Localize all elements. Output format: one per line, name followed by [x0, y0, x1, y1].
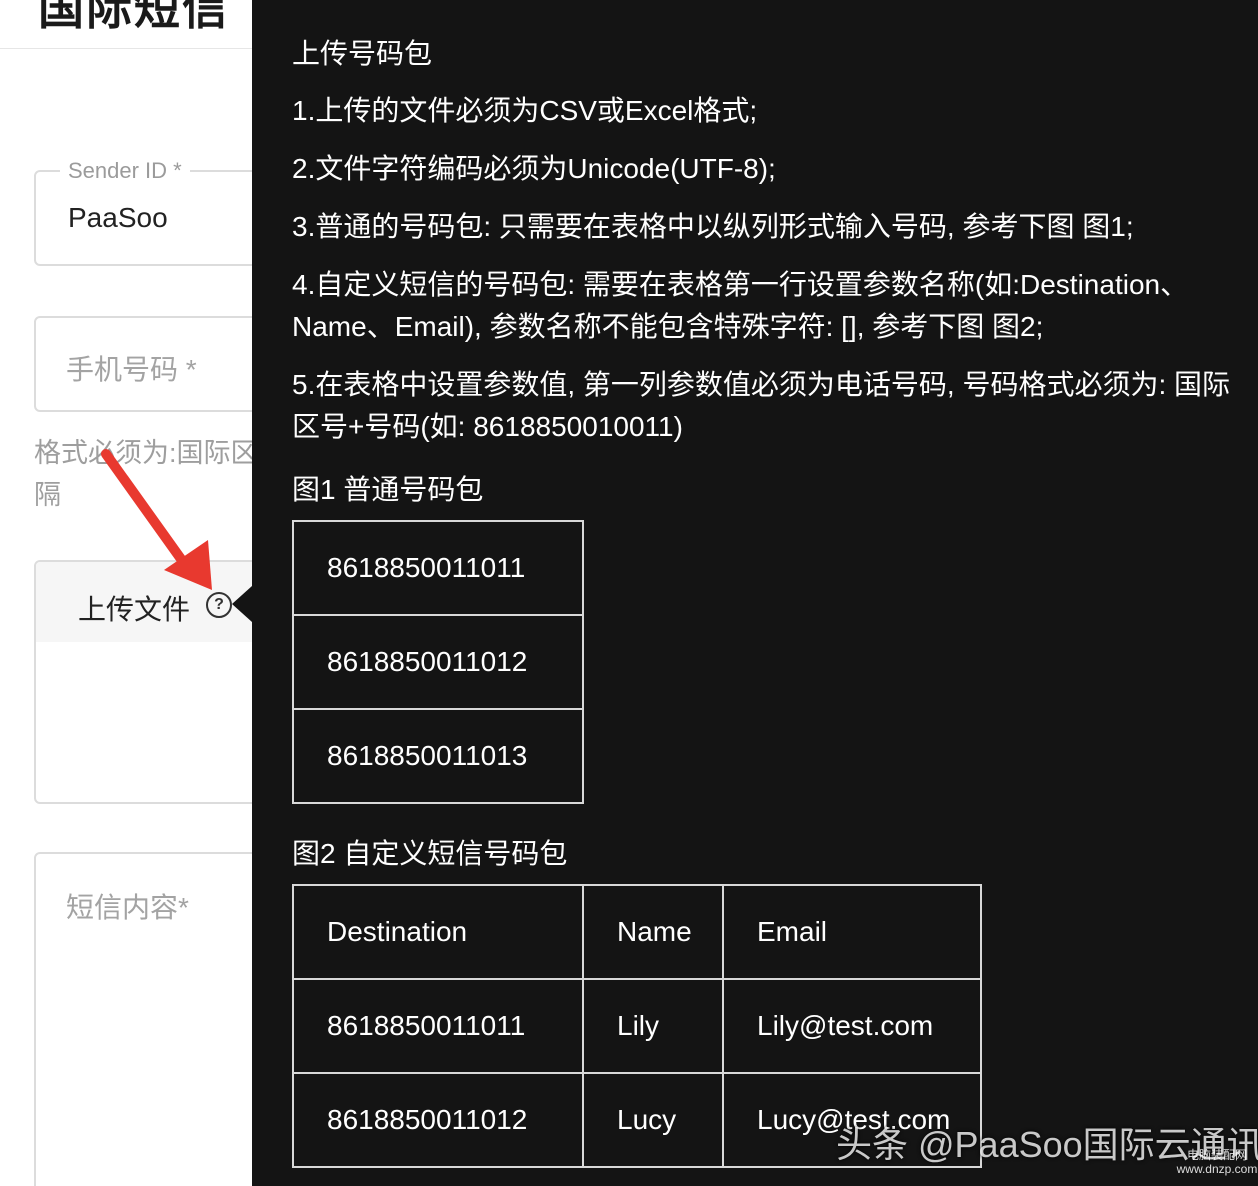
table-cell: 8618850011013 [292, 708, 584, 804]
table-header-cell: Destination [292, 884, 584, 980]
table-header-cell: Email [722, 884, 982, 980]
upload-file-header: 上传文件 ? [36, 562, 252, 642]
table-row: 8618850011013 [292, 708, 584, 804]
table-cell: 8618850011012 [292, 614, 584, 710]
sender-id-label: Sender ID * [60, 158, 190, 184]
tooltip-caret [232, 586, 252, 622]
rule-item: 3.普通的号码包: 只需要在表格中以纵列形式输入号码, 参考下图 图1; [292, 211, 1134, 242]
table-cell: Lily [582, 978, 724, 1074]
phone-format-hint-line1: 格式必须为:国际区 [34, 438, 252, 468]
table-row: 8618850011011 Lily Lily@test.com [292, 978, 982, 1074]
table-cell: 8618850011011 [292, 520, 584, 616]
figure2-caption: 图2 自定义短信号码包 [292, 838, 568, 869]
table-row: 8618850011012 [292, 614, 584, 710]
sms-content-placeholder: 短信内容* [66, 892, 189, 923]
table-cell: Lily@test.com [722, 978, 982, 1074]
divider [0, 48, 252, 49]
form-area: 国际短信 Sender ID * PaaSoo 手机号码 * 格式必须为:国际区… [0, 0, 252, 1186]
table-cell: 8618850011011 [292, 978, 584, 1074]
table-header-row: Destination Name Email [292, 884, 982, 980]
sender-id-field[interactable]: Sender ID * PaaSoo [34, 158, 252, 266]
page-heading: 国际短信 [38, 0, 230, 34]
sender-id-value: PaaSoo [68, 202, 168, 233]
site-watermark: 电脑装配网 www.dnzp.com [1176, 1148, 1258, 1176]
rule-item: 2.文件字符编码必须为Unicode(UTF-8); [292, 153, 776, 184]
table-header-cell: Name [582, 884, 724, 980]
tooltip-title: 上传号码包 [292, 38, 433, 69]
phone-number-placeholder: 手机号码 * [66, 354, 197, 385]
phone-number-field[interactable]: 手机号码 * [34, 316, 252, 412]
phone-format-hint-line2: 隔 [34, 480, 61, 510]
rule-item: 5.在表格中设置参数值, 第一列参数值必须为电话号码, 号码格式必须为: 国际区… [292, 369, 1231, 442]
upload-help-tooltip: 上传号码包 1.上传的文件必须为CSV或Excel格式; 2.文件字符编码必须为… [252, 0, 1258, 1186]
sms-content-field[interactable]: 短信内容* [34, 852, 252, 1186]
table-cell: 8618850011012 [292, 1072, 584, 1168]
figure1-table: 8618850011011 8618850011012 861885001101… [292, 520, 584, 804]
phone-format-hint: 格式必须为:国际区 隔 [34, 432, 252, 516]
rule-item: 1.上传的文件必须为CSV或Excel格式; [292, 95, 758, 126]
rule-item: 4.自定义短信的号码包: 需要在表格第一行设置参数名称(如:Destinatio… [292, 269, 1189, 342]
table-row: 8618850011011 [292, 520, 584, 616]
upload-file-box[interactable]: 上传文件 ? [34, 560, 252, 804]
figure1-caption: 图1 普通号码包 [292, 474, 484, 505]
upload-file-label: 上传文件 [78, 594, 191, 625]
table-cell: Lucy [582, 1072, 724, 1168]
question-circle-icon[interactable]: ? [206, 592, 232, 618]
